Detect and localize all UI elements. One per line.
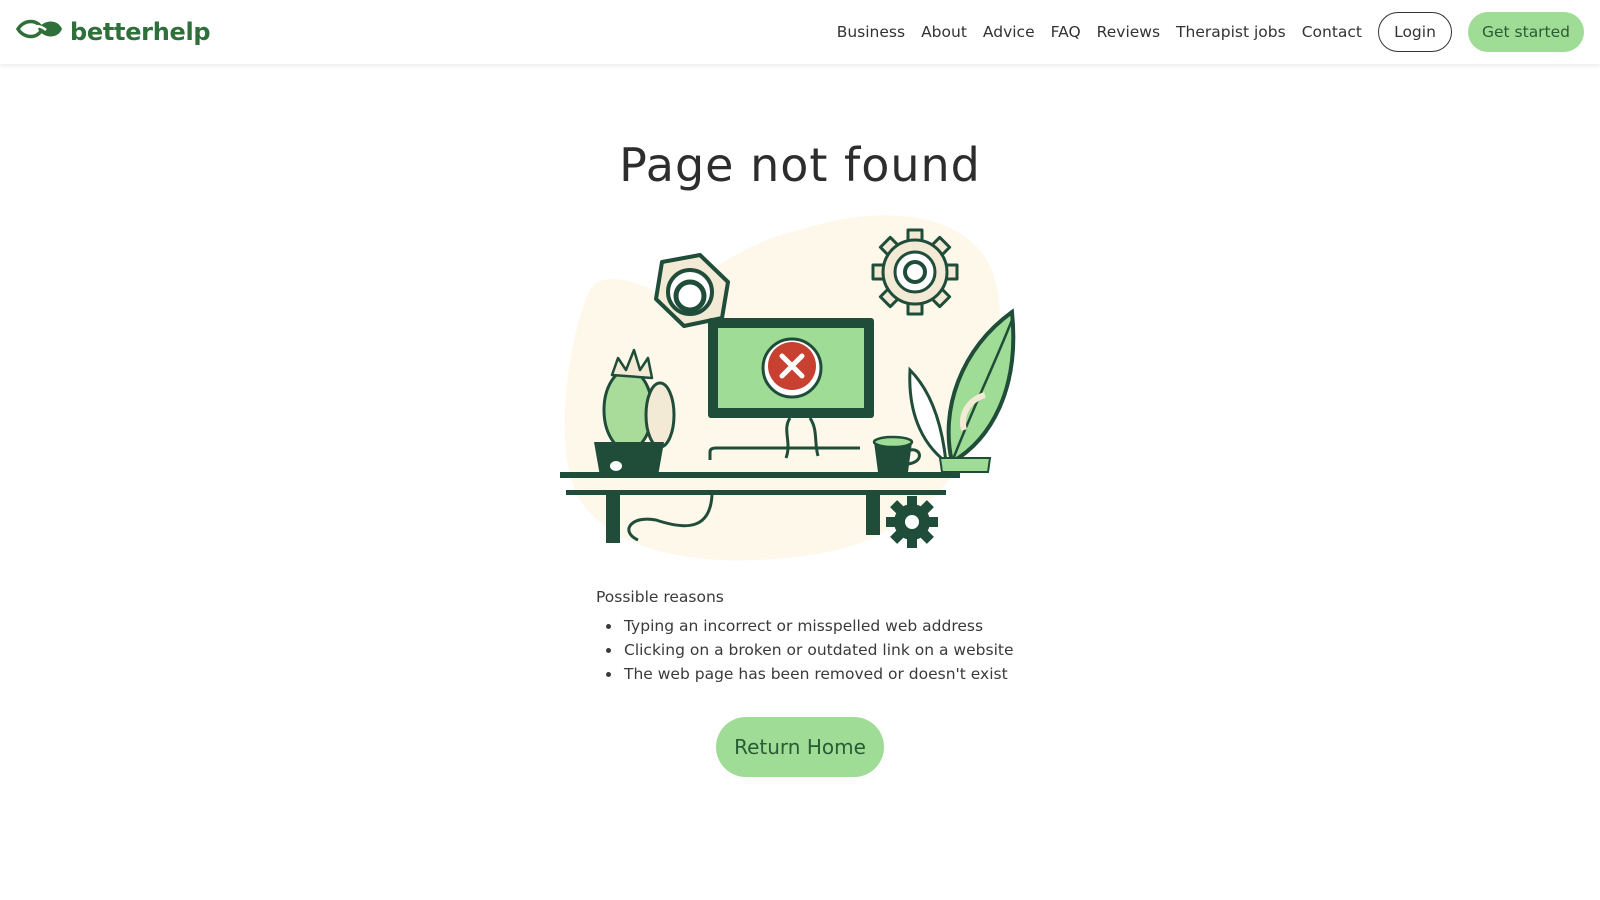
reason-item: Typing an incorrect or misspelled web ad… [606, 614, 1116, 638]
reason-item: Clicking on a broken or outdated link on… [606, 638, 1116, 662]
logo-text: betterhelp [70, 17, 211, 46]
possible-reasons: Possible reasons Typing an incorrect or … [596, 588, 1116, 686]
reasons-list: Typing an incorrect or misspelled web ad… [596, 614, 1116, 686]
error-illustration [560, 210, 1040, 570]
nav-contact[interactable]: Contact [1302, 23, 1362, 41]
page-title: Page not found [619, 138, 981, 192]
logo-link[interactable]: betterhelp [15, 16, 211, 47]
gear-icon-bottom [886, 496, 938, 548]
login-button[interactable]: Login [1378, 12, 1452, 52]
nav-about[interactable]: About [921, 23, 967, 41]
get-started-button[interactable]: Get started [1468, 12, 1584, 52]
nav-advice[interactable]: Advice [983, 23, 1035, 41]
nav-reviews[interactable]: Reviews [1097, 23, 1160, 41]
nav-therapist-jobs[interactable]: Therapist jobs [1176, 23, 1286, 41]
main-nav: Business About Advice FAQ Reviews Therap… [837, 12, 1584, 52]
nav-faq[interactable]: FAQ [1051, 23, 1081, 41]
return-home-button[interactable]: Return Home [716, 717, 884, 777]
reasons-title: Possible reasons [596, 588, 724, 606]
gear-icon-top [871, 228, 959, 316]
logo-leaf-icon [15, 16, 64, 47]
error-x-icon [761, 337, 823, 399]
nav-business[interactable]: Business [837, 23, 905, 41]
reason-item: The web page has been removed or doesn't… [606, 662, 1116, 686]
site-header: betterhelp Business About Advice FAQ Rev… [0, 0, 1600, 64]
